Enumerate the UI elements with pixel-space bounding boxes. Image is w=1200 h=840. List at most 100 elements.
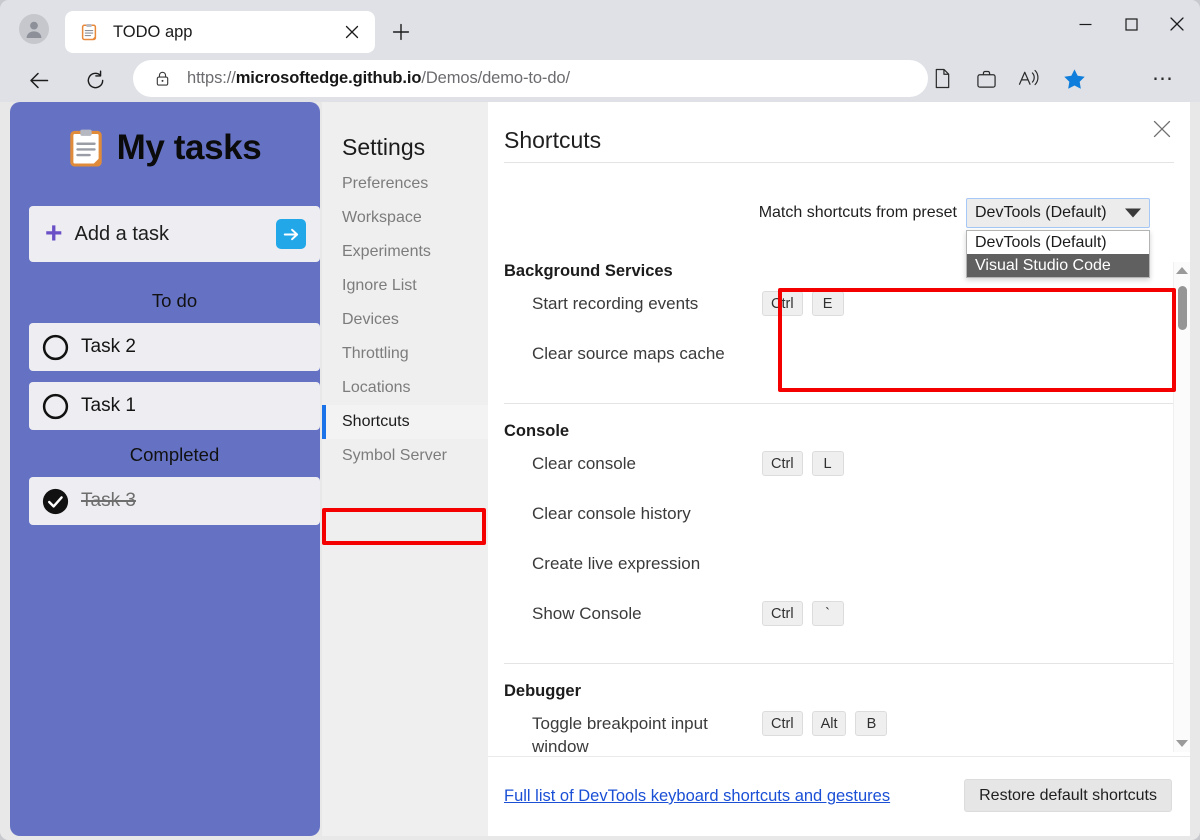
keycap: L (811, 451, 844, 476)
shortcut-keys: Ctrl L (762, 451, 844, 476)
shortcut-row[interactable]: Clear source maps cache (488, 343, 1190, 393)
todo-app: My tasks + Add a task To do Task 2 Task … (10, 102, 320, 836)
restore-default-shortcuts-button[interactable]: Restore default shortcuts (964, 779, 1172, 812)
briefcase-icon (976, 70, 996, 88)
shortcuts-list: Background Services Start recording even… (488, 262, 1190, 752)
profile-avatar[interactable] (19, 14, 49, 44)
url-path: /Demos/demo-to-do/ (421, 69, 570, 87)
sidebar-item-preferences[interactable]: Preferences (322, 167, 488, 201)
page-title: Shortcuts (504, 127, 602, 153)
sidebar-item-label: Preferences (342, 175, 429, 192)
favorites-button[interactable] (1052, 60, 1096, 97)
shortcut-row[interactable]: Create live expression (488, 553, 1190, 603)
settings-sidebar: Settings Preferences Workspace Experimen… (322, 102, 488, 836)
scrollbar-thumb[interactable] (1178, 286, 1187, 330)
todo-section-todo: To do Task 2 Task 1 (29, 280, 320, 430)
sidebar-item-label: Ignore List (342, 277, 417, 294)
sidebar-item-devices[interactable]: Devices (322, 303, 488, 337)
maximize-icon (1124, 17, 1138, 31)
shortcut-group-title: Console (504, 422, 570, 440)
close-icon (1170, 17, 1184, 31)
plus-icon (392, 23, 410, 41)
triangle-down-icon[interactable] (1176, 740, 1188, 747)
reload-button[interactable] (78, 63, 112, 97)
close-button[interactable] (1154, 0, 1200, 48)
address-bar-url: https://microsoftedge.github.io/Demos/de… (187, 69, 570, 88)
sidebar-item-symbol-server[interactable]: Symbol Server (322, 439, 488, 473)
preset-label: Match shortcuts from preset (758, 204, 957, 221)
browser-tab[interactable]: TODO app (65, 11, 375, 53)
shortcut-keys: Ctrl Alt B (762, 711, 888, 736)
read-aloud-button[interactable] (1008, 60, 1052, 97)
maximize-button[interactable] (1108, 0, 1154, 48)
sidebar-item-label: Shortcuts (342, 413, 410, 430)
minimize-button[interactable] (1062, 0, 1108, 48)
person-avatar-icon (26, 21, 42, 38)
shortcut-row[interactable]: Start recording events Ctrl E (488, 291, 1190, 343)
tab-title: TODO app (113, 22, 193, 41)
sidebar-item-ignore-list[interactable]: Ignore List (322, 269, 488, 303)
sidebar-item-label: Workspace (342, 209, 422, 226)
circle-unchecked-icon[interactable] (42, 334, 69, 361)
browser-window: TODO app https://microsoftedge.github.io… (0, 0, 1200, 840)
close-settings-button[interactable] (1148, 115, 1176, 143)
shortcut-name: Clear console (532, 454, 636, 473)
todo-header: My tasks (10, 102, 320, 172)
page-icon (935, 68, 949, 89)
sidebar-item-workspace[interactable]: Workspace (322, 201, 488, 235)
devtools-shortcuts-link[interactable]: Full list of DevTools keyboard shortcuts… (504, 787, 890, 806)
add-task-label: Add a task (74, 222, 170, 245)
keycap: B (855, 711, 888, 736)
sidebar-item-experiments[interactable]: Experiments (322, 235, 488, 269)
collections-button[interactable] (964, 60, 1008, 97)
shortcut-row[interactable]: Show Console Ctrl ` (488, 601, 1190, 653)
sidebar-item-label: Throttling (342, 345, 409, 362)
section-label-todo: To do (151, 290, 198, 311)
circle-unchecked-icon[interactable] (42, 393, 69, 420)
sidebar-item-locations[interactable]: Locations (322, 371, 488, 405)
task-item[interactable]: Task 1 (29, 382, 320, 430)
triangle-up-icon[interactable] (1176, 267, 1188, 274)
back-button[interactable] (22, 63, 56, 97)
shortcut-row[interactable]: Clear console Ctrl L (488, 451, 1190, 503)
shortcut-keys: Ctrl E (762, 291, 844, 316)
page-viewport: My tasks + Add a task To do Task 2 Task … (0, 102, 1200, 840)
lock-icon (154, 70, 171, 87)
keycap: Ctrl (762, 601, 803, 626)
circle-checked-icon[interactable] (42, 488, 69, 515)
shortcut-group-title: Debugger (504, 682, 582, 700)
shortcut-row[interactable]: Toggle breakpoint input window Ctrl Alt … (488, 711, 1190, 752)
title-divider (504, 162, 1174, 163)
shortcuts-scrollbar[interactable] (1173, 262, 1190, 752)
task-item[interactable]: Task 3 (29, 477, 320, 525)
devtools-settings-dialog: Settings Preferences Workspace Experimen… (322, 102, 1190, 836)
shortcut-name: Clear source maps cache (532, 344, 725, 363)
todo-title: My tasks (116, 128, 262, 167)
add-task-submit-button[interactable] (276, 219, 306, 249)
preset-row: Match shortcuts from preset DevTools (De… (759, 198, 1150, 228)
keycap: E (811, 291, 844, 316)
task-label: Task 2 (81, 336, 136, 357)
sidebar-item-label: Devices (342, 311, 399, 328)
arrow-left-icon (29, 72, 48, 88)
preset-select[interactable]: DevTools (Default) (966, 198, 1150, 228)
browser-settings-button[interactable]: ⋯ (1146, 62, 1180, 96)
sidebar-item-shortcuts[interactable]: Shortcuts (322, 405, 488, 439)
keycap: ` (811, 601, 844, 626)
keycap: Ctrl (762, 711, 803, 736)
shortcut-keys: Ctrl ` (762, 601, 844, 626)
keycap: Ctrl (762, 451, 803, 476)
new-tab-button[interactable] (386, 17, 416, 47)
settings-main-panel: Shortcuts Match shortcuts from preset De… (488, 102, 1190, 836)
sidebar-item-throttling[interactable]: Throttling (322, 337, 488, 371)
address-bar[interactable]: https://microsoftedge.github.io/Demos/de… (133, 60, 928, 97)
reload-icon (87, 70, 103, 88)
add-task-input[interactable]: + Add a task (29, 206, 320, 262)
shortcut-row[interactable]: Clear console history (488, 503, 1190, 553)
sidebar-item-label: Experiments (342, 243, 431, 260)
window-controls (1062, 0, 1200, 56)
read-aloud-page-button[interactable] (920, 60, 964, 97)
task-item[interactable]: Task 2 (29, 323, 320, 371)
close-icon[interactable] (338, 18, 366, 46)
preset-option-devtools-default[interactable]: DevTools (Default) (967, 231, 1149, 254)
